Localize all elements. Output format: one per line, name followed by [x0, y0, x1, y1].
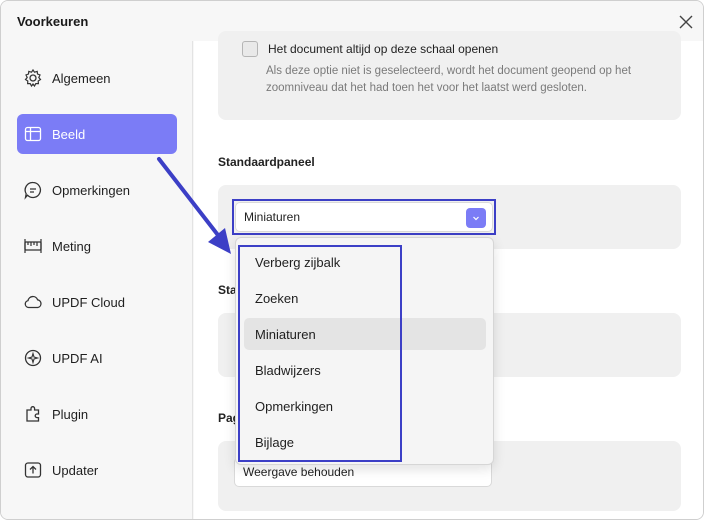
ai-sparkle-icon	[23, 348, 43, 368]
option-label: Miniaturen	[255, 326, 316, 342]
option-label: Verberg zijbalk	[255, 254, 341, 270]
sidebar-item-opmerkingen[interactable]: Opmerkingen	[17, 170, 177, 210]
option-label: Bijlage	[255, 434, 295, 450]
sidebar-item-updf-cloud[interactable]: UPDF Cloud	[17, 282, 177, 322]
close-icon[interactable]	[675, 11, 697, 33]
option-label: Opmerkingen	[255, 398, 334, 414]
ruler-icon	[23, 236, 43, 256]
sidebar-item-label: Plugin	[52, 406, 89, 422]
sidebar-item-updater[interactable]: Updater	[17, 450, 177, 490]
sidebar-item-plugin[interactable]: Plugin	[17, 394, 177, 434]
option-verberg-zijbalk[interactable]: Verberg zijbalk	[244, 246, 486, 278]
always-open-at-zoom-checkbox[interactable]	[242, 41, 258, 57]
default-panel-label: Standaardpaneel	[218, 155, 315, 169]
plugin-icon	[23, 404, 43, 424]
second-section-label: Sta	[218, 283, 237, 297]
sidebar-item-label: UPDF Cloud	[52, 294, 125, 310]
sidebar-item-beeld[interactable]: Beeld	[17, 114, 177, 154]
option-bijlage[interactable]: Bijlage	[244, 426, 486, 458]
option-opmerkingen[interactable]: Opmerkingen	[244, 390, 486, 422]
zoom-option-card: Het document altijd op deze schaal opene…	[218, 31, 681, 120]
sidebar-item-label: Algemeen	[52, 70, 111, 86]
sidebar-item-label: Updater	[52, 462, 99, 478]
option-label: Bladwijzers	[255, 362, 321, 378]
sidebar-item-label: Meting	[52, 238, 92, 254]
option-miniaturen[interactable]: Miniaturen	[244, 318, 486, 350]
sidebar-item-label: Beeld	[52, 126, 86, 142]
update-icon	[23, 460, 43, 480]
sidebar-item-label: Opmerkingen	[52, 182, 131, 198]
default-panel-value: Miniaturen	[244, 210, 301, 224]
cloud-icon	[23, 292, 43, 312]
comment-icon	[23, 180, 43, 200]
option-label: Zoeken	[255, 290, 299, 306]
sidebar: Algemeen Beeld Opmerkingen Meting UPDF C	[1, 41, 193, 519]
default-panel-dropdown: Verberg zijbalk Zoeken Miniaturen Bladwi…	[235, 237, 494, 465]
checkbox-label: Het document altijd op deze schaal opene…	[268, 42, 499, 56]
page-layout-value: Weergave behouden	[243, 465, 355, 479]
option-zoeken[interactable]: Zoeken	[244, 282, 486, 314]
sidebar-item-meting[interactable]: Meting	[17, 226, 177, 266]
default-panel-select[interactable]: Miniaturen	[235, 202, 493, 232]
zoom-help-text: Als deze optie niet is geselecteerd, wor…	[266, 65, 632, 94]
preferences-window: Voorkeuren Algemeen Beeld Opmerkingen Me…	[0, 0, 704, 520]
option-bladwijzers[interactable]: Bladwijzers	[244, 354, 486, 386]
window-title: Voorkeuren	[17, 14, 89, 29]
layout-icon	[23, 124, 43, 144]
gear-icon	[23, 68, 43, 88]
sidebar-item-updf-ai[interactable]: UPDF AI	[17, 338, 177, 378]
sidebar-item-algemeen[interactable]: Algemeen	[17, 58, 177, 98]
chevron-down-icon[interactable]	[466, 208, 486, 228]
sidebar-item-label: UPDF AI	[52, 350, 103, 366]
